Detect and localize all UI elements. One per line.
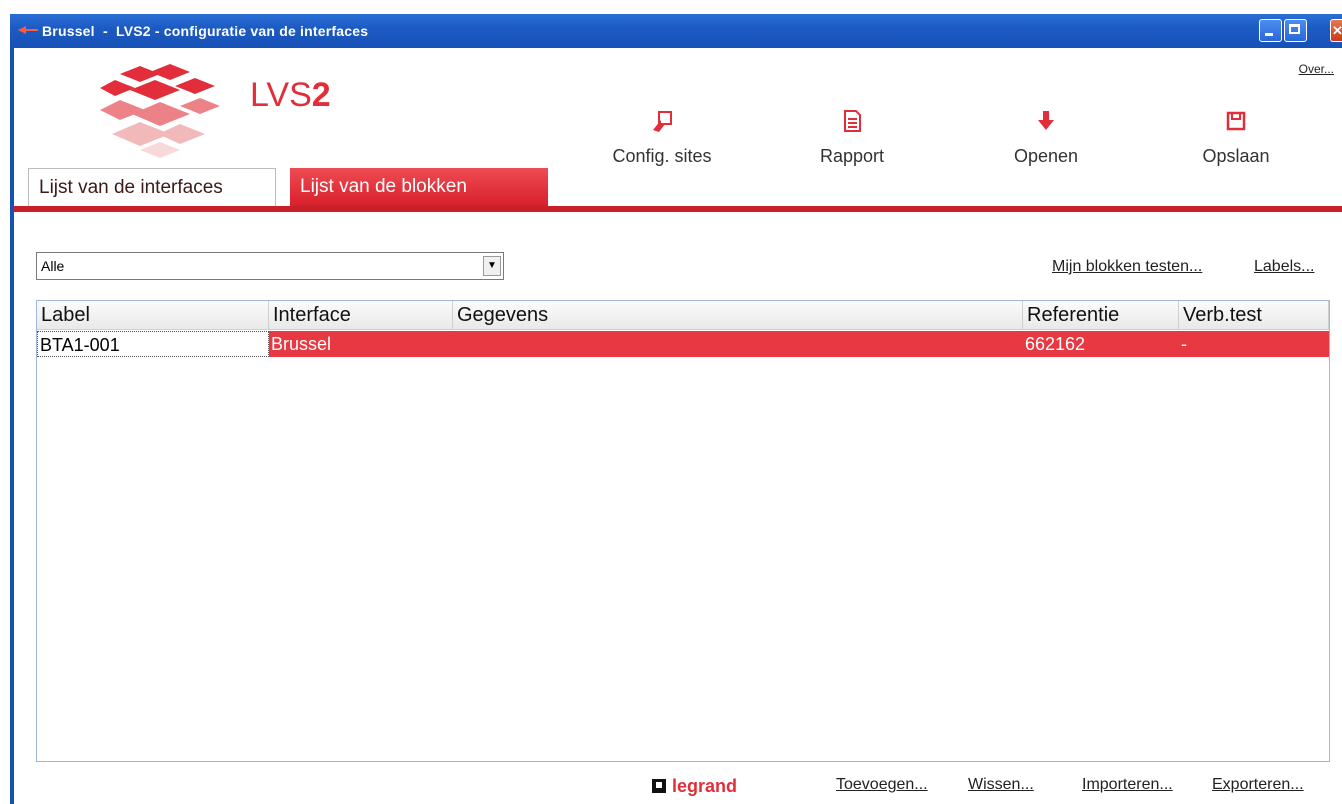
- app-icon: [18, 26, 38, 34]
- open-arrow-icon: [1038, 111, 1054, 130]
- close-icon: ✕: [1332, 23, 1342, 38]
- delete-link[interactable]: Wissen...: [968, 776, 1034, 794]
- column-header-verb-test[interactable]: Verb.test: [1179, 301, 1329, 329]
- table-header: Label Interface Gegevens Referentie Verb…: [37, 301, 1329, 330]
- column-header-referentie[interactable]: Referentie: [1023, 301, 1179, 329]
- blocks-table[interactable]: Label Interface Gegevens Referentie Verb…: [36, 300, 1330, 762]
- cell-verb-test: -: [1181, 334, 1187, 354]
- close-button[interactable]: ✕: [1330, 19, 1342, 42]
- app-name: LVS2: [250, 76, 331, 114]
- lvs2-logo-icon: [100, 64, 220, 158]
- cell-gegevens: [453, 331, 1023, 357]
- maximize-button[interactable]: [1284, 19, 1307, 42]
- labels-link[interactable]: Labels...: [1254, 258, 1314, 276]
- filter-select[interactable]: Alle ▼: [36, 252, 504, 280]
- import-link[interactable]: Importeren...: [1082, 776, 1173, 794]
- column-header-label[interactable]: Label: [37, 301, 269, 329]
- rapport-button[interactable]: Rapport: [782, 108, 922, 167]
- add-link[interactable]: Toevoegen...: [836, 776, 928, 794]
- test-blocks-link[interactable]: Mijn blokken testen...: [1052, 258, 1202, 276]
- opslaan-label: Opslaan: [1202, 146, 1270, 166]
- tab-blocks[interactable]: Lijst van de blokken: [290, 168, 548, 206]
- tab-underline: [14, 206, 1342, 212]
- export-link[interactable]: Exporteren...: [1212, 776, 1304, 794]
- tab-interfaces[interactable]: Lijst van de interfaces: [28, 168, 276, 206]
- rapport-label: Rapport: [819, 146, 885, 166]
- opslaan-button[interactable]: Opslaan: [1166, 108, 1306, 167]
- save-icon: [1226, 111, 1246, 131]
- column-header-gegevens[interactable]: Gegevens: [453, 301, 1023, 329]
- window-border: [10, 48, 14, 804]
- over-link[interactable]: Over...: [1299, 62, 1334, 76]
- legrand-mark-icon: [652, 779, 666, 793]
- column-header-interface[interactable]: Interface: [269, 301, 453, 329]
- cell-interface: Brussel: [271, 334, 332, 354]
- report-icon: [844, 110, 861, 132]
- cell-label[interactable]: BTA1-001: [37, 331, 269, 357]
- title-bar[interactable]: Brussel - LVS2 - configuratie van de int…: [10, 14, 1342, 48]
- filter-value: Alle: [41, 258, 65, 274]
- chevron-down-icon[interactable]: ▼: [483, 256, 501, 276]
- openen-button[interactable]: Openen: [976, 108, 1116, 167]
- openen-label: Openen: [1013, 146, 1079, 166]
- config-sites-label: Config. sites: [612, 146, 712, 166]
- legrand-logo: legrand: [652, 776, 737, 797]
- config-sites-button[interactable]: Config. sites: [592, 108, 732, 167]
- table-row[interactable]: BTA1-001 Brussel 662162 -: [37, 331, 1329, 357]
- minimize-button[interactable]: [1259, 19, 1282, 42]
- window-title: Brussel - LVS2 - configuratie van de int…: [42, 23, 369, 39]
- app-window: Brussel - LVS2 - configuratie van de int…: [0, 0, 1342, 804]
- cell-referentie: 662162: [1025, 334, 1086, 354]
- config-sites-icon: [653, 111, 672, 132]
